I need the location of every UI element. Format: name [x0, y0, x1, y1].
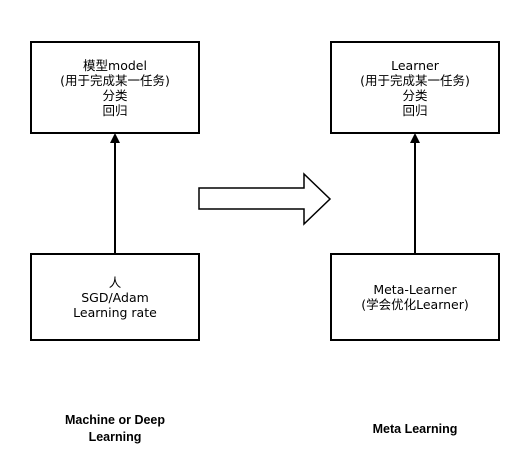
learner-box-line: 分类: [402, 87, 428, 103]
model-box-line: 分类: [102, 87, 128, 103]
caption-meta-learning: Meta Learning: [340, 421, 490, 438]
transition-block-arrow: [198, 172, 332, 226]
human-optimizer-box-line: Learning rate: [73, 304, 157, 320]
human-optimizer-box-line: 人: [108, 274, 122, 290]
caption-machine-or-deep-learning: Machine or Deep Learning: [40, 412, 190, 446]
model-box-line: 回归: [102, 102, 128, 118]
meta-learner-box-line: (学会优化Learner): [361, 297, 469, 312]
model-box-line: (用于完成某一任务): [60, 72, 170, 88]
model-box: 模型model (用于完成某一任务) 分类 回归: [30, 41, 200, 134]
caption-line: Machine or Deep: [64, 413, 166, 427]
human-optimizer-box: 人 SGD/Adam Learning rate: [30, 253, 200, 341]
meta-learner-box: Meta-Learner (学会优化Learner): [330, 253, 500, 341]
caption-line: Learning: [88, 430, 142, 444]
learner-box-line: Learner: [391, 57, 439, 73]
learner-box: Learner (用于完成某一任务) 分类 回归: [330, 41, 500, 134]
model-box-line: 模型model: [83, 57, 147, 73]
learner-box-line: 回归: [402, 102, 428, 118]
learner-box-line: (用于完成某一任务): [360, 72, 470, 88]
human-optimizer-box-line: SGD/Adam: [81, 289, 149, 305]
caption-line: Meta Learning: [372, 422, 458, 436]
meta-learner-box-line: Meta-Learner: [373, 282, 457, 297]
